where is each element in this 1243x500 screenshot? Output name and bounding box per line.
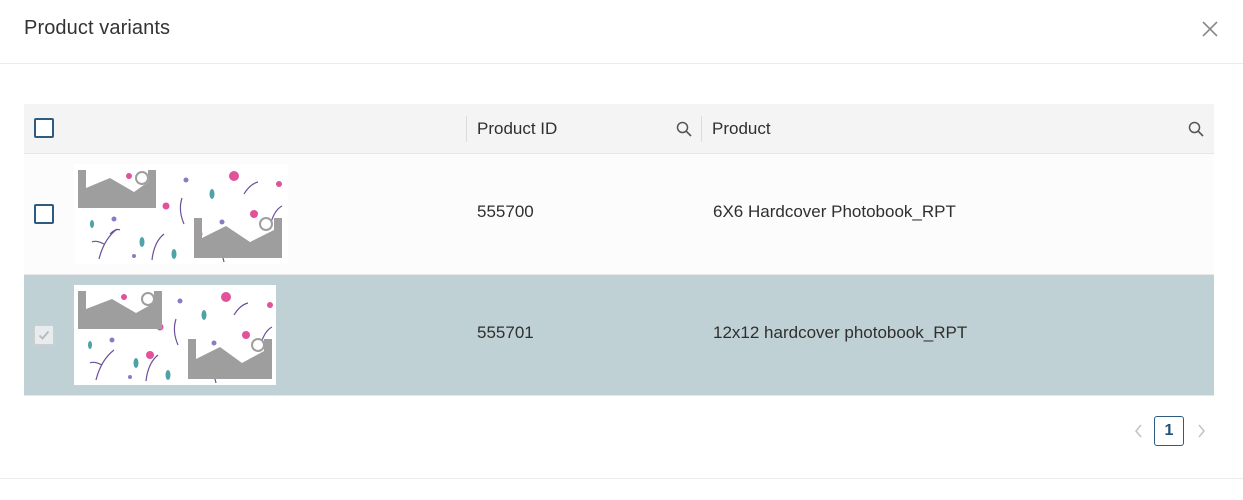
search-icon[interactable] (1187, 120, 1205, 138)
product-variants-dialog: Product variants Product ID Product 5557… (0, 0, 1243, 500)
column-divider (466, 116, 467, 142)
product-name-cell: 6X6 Hardcover Photobook_RPT (713, 202, 956, 221)
product-thumbnail (74, 285, 276, 385)
dialog-header: Product variants (0, 0, 1243, 64)
table-row[interactable]: 555700 6X6 Hardcover Photobook_RPT (24, 154, 1214, 275)
row-checkbox[interactable] (34, 204, 54, 224)
chevron-left-icon[interactable] (1131, 422, 1147, 440)
chevron-right-icon[interactable] (1193, 422, 1209, 440)
pagination-current-page[interactable]: 1 (1154, 416, 1184, 446)
row-checkbox-checked-disabled (34, 325, 54, 345)
search-icon[interactable] (675, 120, 693, 138)
column-header-product: Product (712, 119, 771, 138)
variants-table: Product ID Product 555700 6X6 Hardcover … (24, 104, 1214, 396)
table-header: Product ID Product (24, 104, 1214, 154)
dialog-title: Product variants (24, 17, 171, 39)
close-icon[interactable] (1199, 18, 1221, 40)
select-all-checkbox[interactable] (34, 118, 54, 138)
product-id-cell: 555701 (477, 323, 534, 342)
table-row-selected[interactable]: 555701 12x12 hardcover photobook_RPT (24, 275, 1214, 396)
product-id-cell: 555700 (477, 202, 534, 221)
column-divider (701, 116, 702, 142)
column-header-product-id: Product ID (477, 119, 558, 138)
dialog-footer-divider (0, 478, 1243, 479)
product-thumbnail (74, 164, 288, 264)
check-icon (38, 330, 50, 340)
product-name-cell: 12x12 hardcover photobook_RPT (713, 323, 968, 342)
